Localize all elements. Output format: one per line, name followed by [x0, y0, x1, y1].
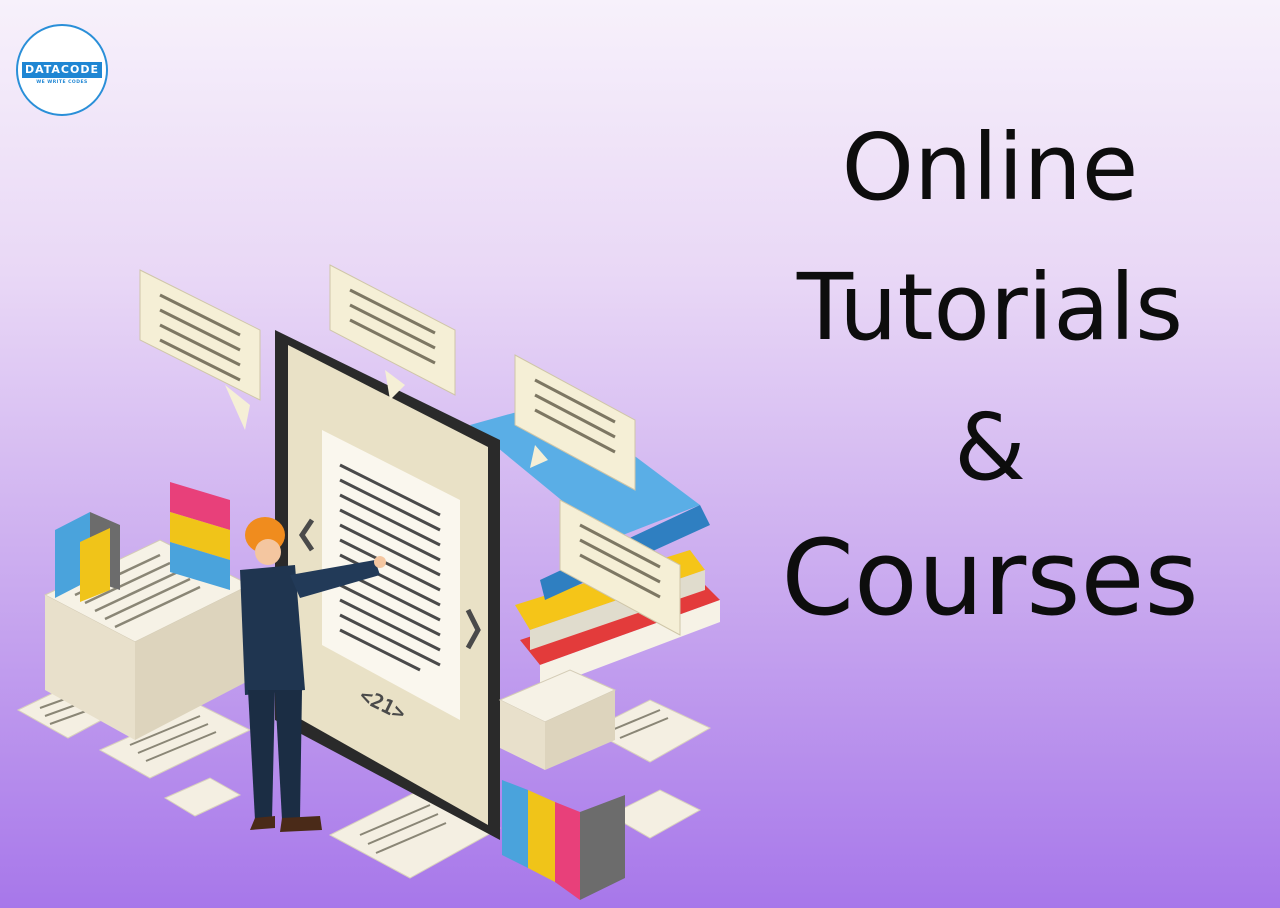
headline-line-courses: Courses [781, 517, 1199, 639]
headline-line-tutorials: Tutorials [796, 254, 1184, 361]
datacode-logo[interactable]: DATACODE WE WRITE CODES [16, 24, 108, 116]
online-learning-illustration: <21> [16, 264, 720, 900]
right-binders [498, 669, 625, 900]
logo-wordmark: DATACODE [22, 62, 102, 78]
logo-tagline: WE WRITE CODES [36, 80, 88, 85]
headline-line-ampersand: & [954, 394, 1026, 501]
headline-line-online: Online [841, 114, 1139, 221]
